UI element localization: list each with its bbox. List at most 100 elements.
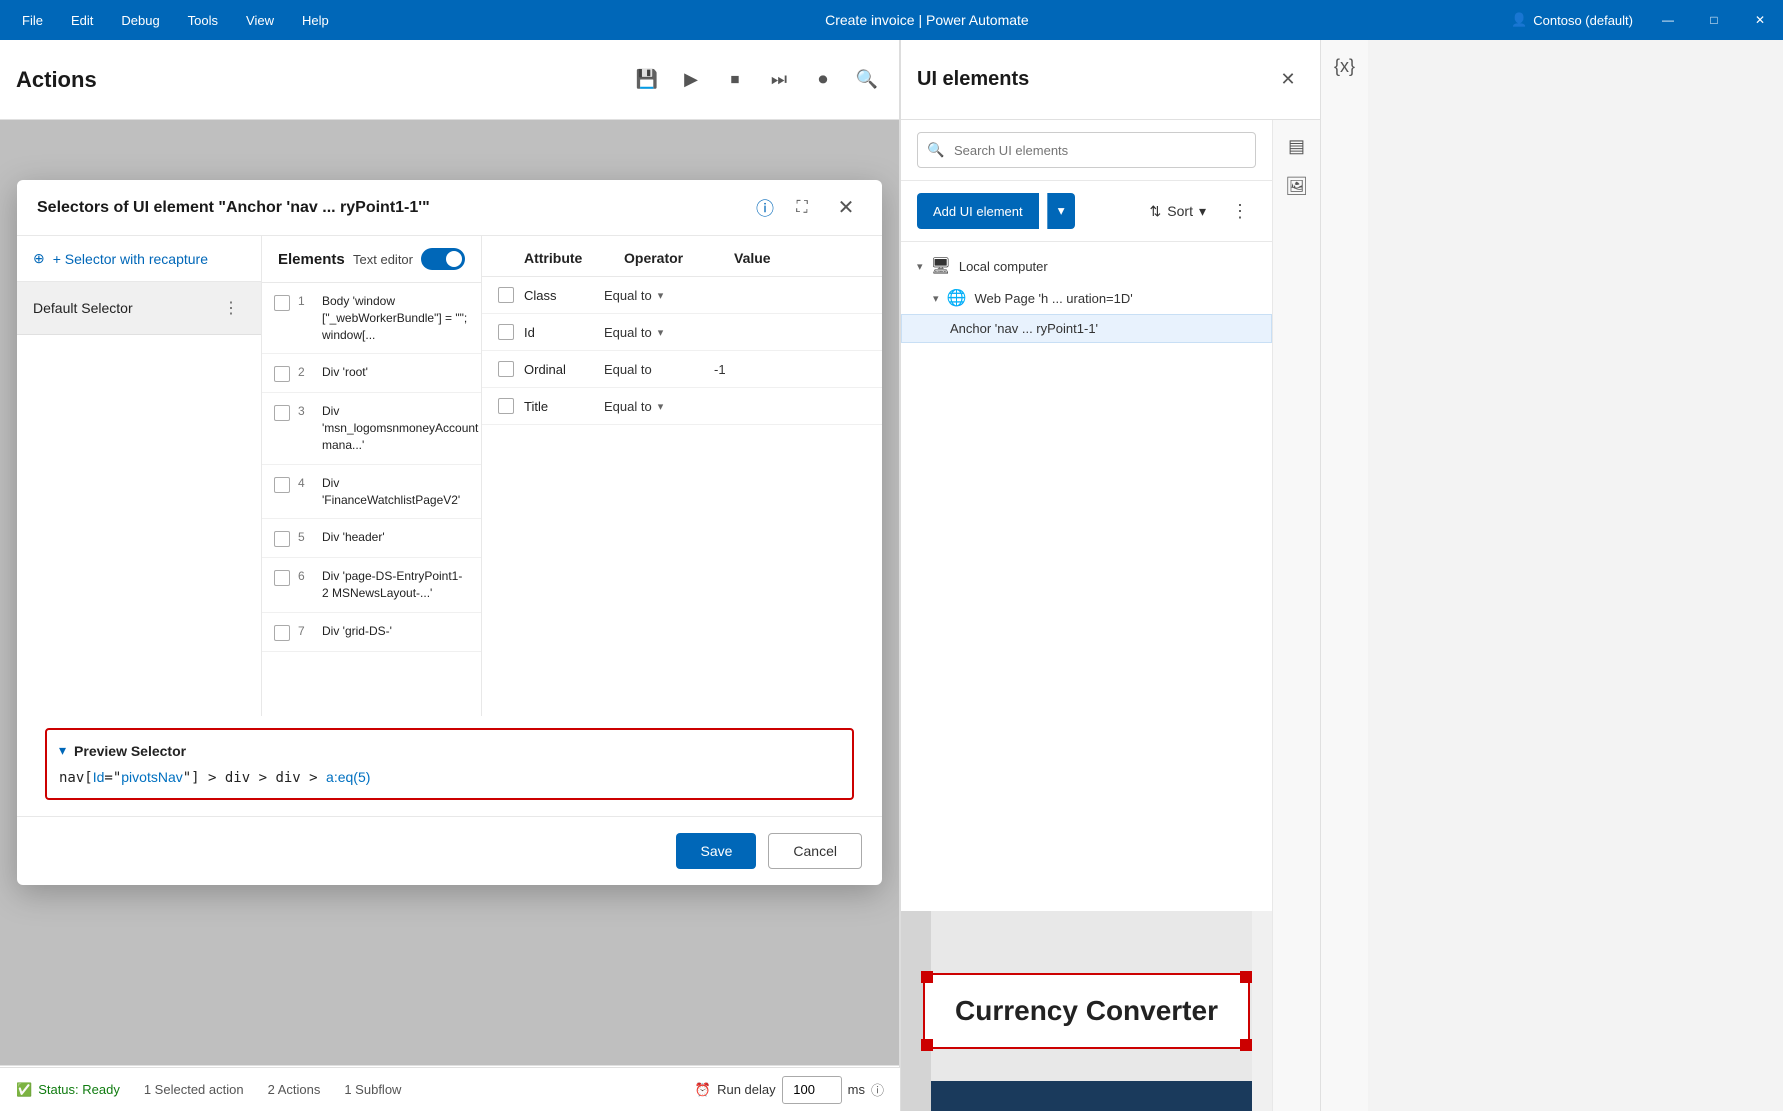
menu-edit[interactable]: Edit	[57, 5, 107, 36]
preview-selector-header[interactable]: ▾ Preview Selector	[59, 742, 840, 759]
element-num-6: 6	[298, 568, 314, 583]
add-ui-element-chevron[interactable]: ▾	[1047, 193, 1075, 229]
tree-chevron-local: ▾	[917, 260, 923, 273]
attr-operator-ordinal[interactable]: Equal to	[604, 362, 714, 377]
element-checkbox-3[interactable]	[274, 405, 290, 421]
attr-row-title: Title Equal to ▾	[482, 388, 882, 425]
menu-bar: File Edit Debug Tools View Help	[8, 5, 343, 36]
search-input[interactable]	[917, 132, 1256, 168]
ui-panel-main: 🔍 Add UI element ▾ ⇅ Sort ▾ ⋮	[901, 120, 1272, 1111]
attr-value-ordinal: -1	[714, 362, 866, 377]
image-icon-button[interactable]: 🖼	[1279, 168, 1315, 204]
preview-bottom-bar	[931, 1081, 1252, 1111]
element-checkbox-6[interactable]	[274, 570, 290, 586]
ui-panel-body: 🔍 Add UI element ▾ ⇅ Sort ▾ ⋮	[901, 120, 1320, 1111]
save-button[interactable]: Save	[676, 833, 756, 869]
search-toolbar-button[interactable]: 🔍	[851, 64, 883, 96]
save-toolbar-button[interactable]: 💾	[631, 64, 663, 96]
tree-item-local-computer[interactable]: ▾ 🖥 Local computer	[901, 250, 1272, 282]
expand-button[interactable]: ⛶	[786, 192, 818, 224]
run-delay-input[interactable]	[782, 1076, 842, 1104]
preview-chevron-icon: ▾	[59, 742, 66, 759]
cancel-button[interactable]: Cancel	[768, 833, 862, 869]
variable-icon-button[interactable]: {x}	[1327, 48, 1363, 84]
default-selector-item[interactable]: Default Selector ⋮	[17, 282, 261, 335]
element-text-6: Div 'page-DS-EntryPoint1-2 MSNewsLayout-…	[322, 568, 469, 602]
run-button[interactable]: ▶	[675, 64, 707, 96]
anchor-label: Anchor 'nav ... ryPoint1-1'	[950, 321, 1098, 336]
text-editor-toggle[interactable]	[421, 248, 465, 270]
corner-bl	[921, 1039, 933, 1051]
element-row[interactable]: 1 Body 'window ["_webWorkerBundle"] = ""…	[262, 283, 481, 354]
maximize-button[interactable]: □	[1691, 0, 1737, 40]
attr-operator-id[interactable]: Equal to ▾	[604, 325, 714, 340]
ui-elements-panel: UI elements ✕ 🔍 Add UI element ▾	[900, 40, 1320, 1111]
modal-body: ⊕ + Selector with recapture Default Sele…	[17, 236, 882, 716]
menu-file[interactable]: File	[8, 5, 57, 36]
attr-checkbox-class[interactable]	[498, 287, 514, 303]
attr-column-operator: Operator	[624, 250, 734, 266]
element-num-2: 2	[298, 364, 314, 379]
selected-action-text: 1 Selected action	[144, 1082, 244, 1097]
ui-panel-close-button[interactable]: ✕	[1272, 64, 1304, 96]
menu-tools[interactable]: Tools	[174, 5, 232, 36]
layers-icon-button[interactable]: ▤	[1279, 128, 1315, 164]
preview-selector-title: Preview Selector	[74, 743, 186, 759]
add-ui-element-button[interactable]: Add UI element	[917, 193, 1039, 229]
elements-header-row: Elements Text editor	[262, 236, 481, 283]
element-row[interactable]: 7 Div 'grid-DS-'	[262, 613, 481, 652]
element-num-7: 7	[298, 623, 314, 638]
element-row[interactable]: 4 Div 'FinanceWatchlistPageV2'	[262, 465, 481, 520]
sort-button[interactable]: ⇅ Sort ▾	[1140, 197, 1216, 226]
attr-operator-class[interactable]: Equal to ▾	[604, 288, 714, 303]
element-checkbox-4[interactable]	[274, 477, 290, 493]
element-text-1: Body 'window ["_webWorkerBundle"] = ""; …	[322, 293, 469, 343]
record-button[interactable]: ⏺	[807, 64, 839, 96]
preview-code-id-val: pivotsNav	[121, 769, 182, 785]
element-row[interactable]: 3 Div 'msn_logomsnmoneyAccount mana...'	[262, 393, 481, 464]
user-name: Contoso (default)	[1533, 13, 1633, 28]
attr-row-id: Id Equal to ▾	[482, 314, 882, 351]
title-bar: File Edit Debug Tools View Help Create i…	[0, 0, 1783, 40]
user-icon: 👤	[1511, 12, 1527, 28]
more-options-button[interactable]: ⋮	[1224, 195, 1256, 227]
element-row[interactable]: 6 Div 'page-DS-EntryPoint1-2 MSNewsLayou…	[262, 558, 481, 613]
sort-label: Sort	[1167, 203, 1193, 219]
stop-button[interactable]: ⏹	[719, 64, 751, 96]
attr-operator-title[interactable]: Equal to ▾	[604, 399, 714, 414]
element-checkbox-1[interactable]	[274, 295, 290, 311]
element-checkbox-2[interactable]	[274, 366, 290, 382]
selector-more-button[interactable]: ⋮	[217, 294, 245, 322]
add-selector-button[interactable]: ⊕ + Selector with recapture	[17, 236, 261, 282]
minimize-button[interactable]: —	[1645, 0, 1691, 40]
element-checkbox-7[interactable]	[274, 625, 290, 641]
tree-item-web-page[interactable]: ▾ 🌐 Web Page 'h ... uration=1D'	[901, 282, 1272, 314]
menu-view[interactable]: View	[232, 5, 288, 36]
selector-panel: ⊕ + Selector with recapture Default Sele…	[17, 236, 262, 716]
close-button[interactable]: ✕	[1737, 0, 1783, 40]
currency-converter-box: Currency Converter	[923, 973, 1250, 1049]
local-computer-label: Local computer	[959, 259, 1048, 274]
run-delay-info-icon[interactable]: ⓘ	[871, 1080, 884, 1099]
actions-panel: Actions 💾 ▶ ⏹ ⏭ ⏺ 🔍 Selectors of UI elem…	[0, 40, 900, 1111]
actions-toolbar: 💾 ▶ ⏹ ⏭ ⏺ 🔍	[631, 64, 883, 96]
attr-op-text-id: Equal to	[604, 325, 652, 340]
attr-checkbox-title[interactable]	[498, 398, 514, 414]
preview-selector-container: ▾ Preview Selector nav[Id="pivotsNav"] >…	[17, 716, 882, 816]
attr-checkbox-ordinal[interactable]	[498, 361, 514, 377]
default-selector-label: Default Selector	[33, 300, 217, 316]
menu-help[interactable]: Help	[288, 5, 343, 36]
ms-label: ms	[848, 1082, 865, 1097]
element-row[interactable]: 5 Div 'header'	[262, 519, 481, 558]
element-checkbox-5[interactable]	[274, 531, 290, 547]
menu-debug[interactable]: Debug	[107, 5, 173, 36]
modal-close-button[interactable]: ✕	[830, 192, 862, 224]
attr-name-title: Title	[524, 399, 604, 414]
info-icon[interactable]: ⓘ	[756, 195, 774, 221]
step-button[interactable]: ⏭	[763, 64, 795, 96]
element-row[interactable]: 2 Div 'root'	[262, 354, 481, 393]
ui-panel-title: UI elements	[917, 68, 1264, 91]
attr-checkbox-id[interactable]	[498, 324, 514, 340]
tree-item-anchor[interactable]: Anchor 'nav ... ryPoint1-1'	[901, 314, 1272, 343]
sort-chevron-icon: ▾	[1199, 203, 1206, 220]
